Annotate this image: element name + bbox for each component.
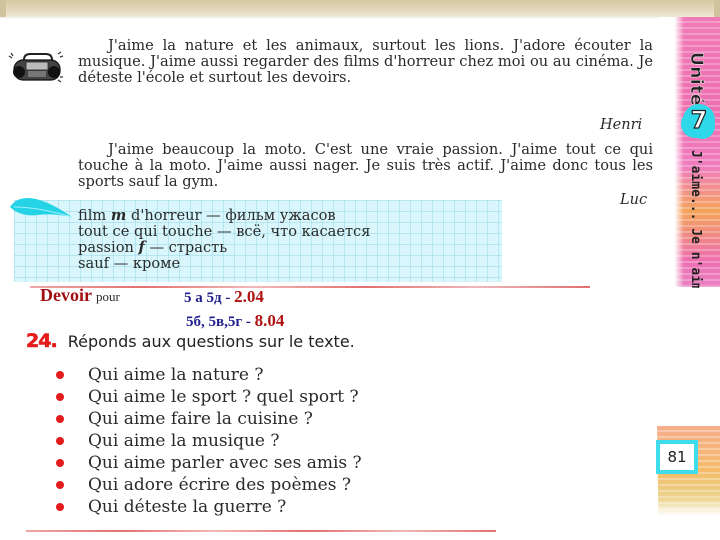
homework-classes: 5б, 5в,5г - xyxy=(186,314,251,330)
homework-group: 5 а 5д - 2.04 xyxy=(184,287,264,307)
unit-number-badge: 7 xyxy=(683,104,715,136)
homework-date: 8.04 xyxy=(254,311,285,330)
homework-heading: Devoir pour xyxy=(40,285,120,306)
side-strip-fade xyxy=(660,17,684,287)
vocab-item: film m d'horreur — фильм ужасов xyxy=(78,207,336,224)
homework-title: Devoir xyxy=(40,285,92,305)
vocab-item: tout ce qui touche — всё, что касается xyxy=(78,223,371,240)
text-paragraph: J'aime la nature et les animaux, surtout… xyxy=(78,37,653,86)
question-item: Qui déteste la guerre ? xyxy=(56,496,362,518)
vocabulary-list: film m d'horreur — фильм ужасов tout ce … xyxy=(78,208,370,272)
unit-number: 7 xyxy=(690,105,708,134)
author-luc: Luc xyxy=(620,192,648,208)
bullet-icon xyxy=(56,415,64,423)
vocab-item: passion f — страсть xyxy=(78,239,228,256)
question-item: Qui aime la nature ? xyxy=(56,364,362,386)
bullet-icon xyxy=(56,503,64,511)
homework-group: 5б, 5в,5г - 8.04 xyxy=(186,311,284,331)
feather-icon xyxy=(10,198,73,218)
homework-date: 2.04 xyxy=(234,287,264,306)
bullet-icon xyxy=(56,371,64,379)
text-paragraph: J'aime beaucoup la moto. C'est une vraie… xyxy=(78,141,653,190)
homework-pour: pour xyxy=(95,289,120,304)
question-list: Qui aime la nature ? Qui aime le sport ?… xyxy=(56,364,362,518)
exercise-number: 24. xyxy=(26,330,58,353)
question-item: Qui aime le sport ? quel sport ? xyxy=(56,386,362,408)
reading-text-henri: J'aime la nature et les animaux, surtout… xyxy=(78,38,653,86)
bullet-icon xyxy=(56,437,64,445)
reading-text-luc: J'aime beaucoup la moto. C'est une vraie… xyxy=(78,142,653,190)
unit-subtitle: J'aime... Je n'aime pas xyxy=(688,150,703,288)
question-item: Qui aime la musique ? xyxy=(56,430,362,452)
slide-top-bar xyxy=(0,0,720,17)
bullet-icon xyxy=(56,481,64,489)
question-item: Qui aime faire la cuisine ? xyxy=(56,408,362,430)
unit-label: Unité xyxy=(686,52,706,106)
exercise-instruction: Réponds aux questions sur le texte. xyxy=(67,332,355,351)
exercise-header: 24. Réponds aux questions sur le texte. xyxy=(26,330,355,353)
vocab-item: sauf — кроме xyxy=(78,255,181,272)
question-item: Qui adore écrire des poèmes ? xyxy=(56,474,362,496)
homework-classes: 5 а 5д - xyxy=(184,290,231,306)
bullet-icon xyxy=(56,393,64,401)
question-item: Qui aime parler avec ses amis ? xyxy=(56,452,362,474)
author-henri: Henri xyxy=(600,117,643,133)
page-number: 81 xyxy=(656,440,698,474)
radio-cassette-icon xyxy=(8,51,64,83)
bottom-divider-line xyxy=(26,530,496,532)
bullet-icon xyxy=(56,459,64,467)
